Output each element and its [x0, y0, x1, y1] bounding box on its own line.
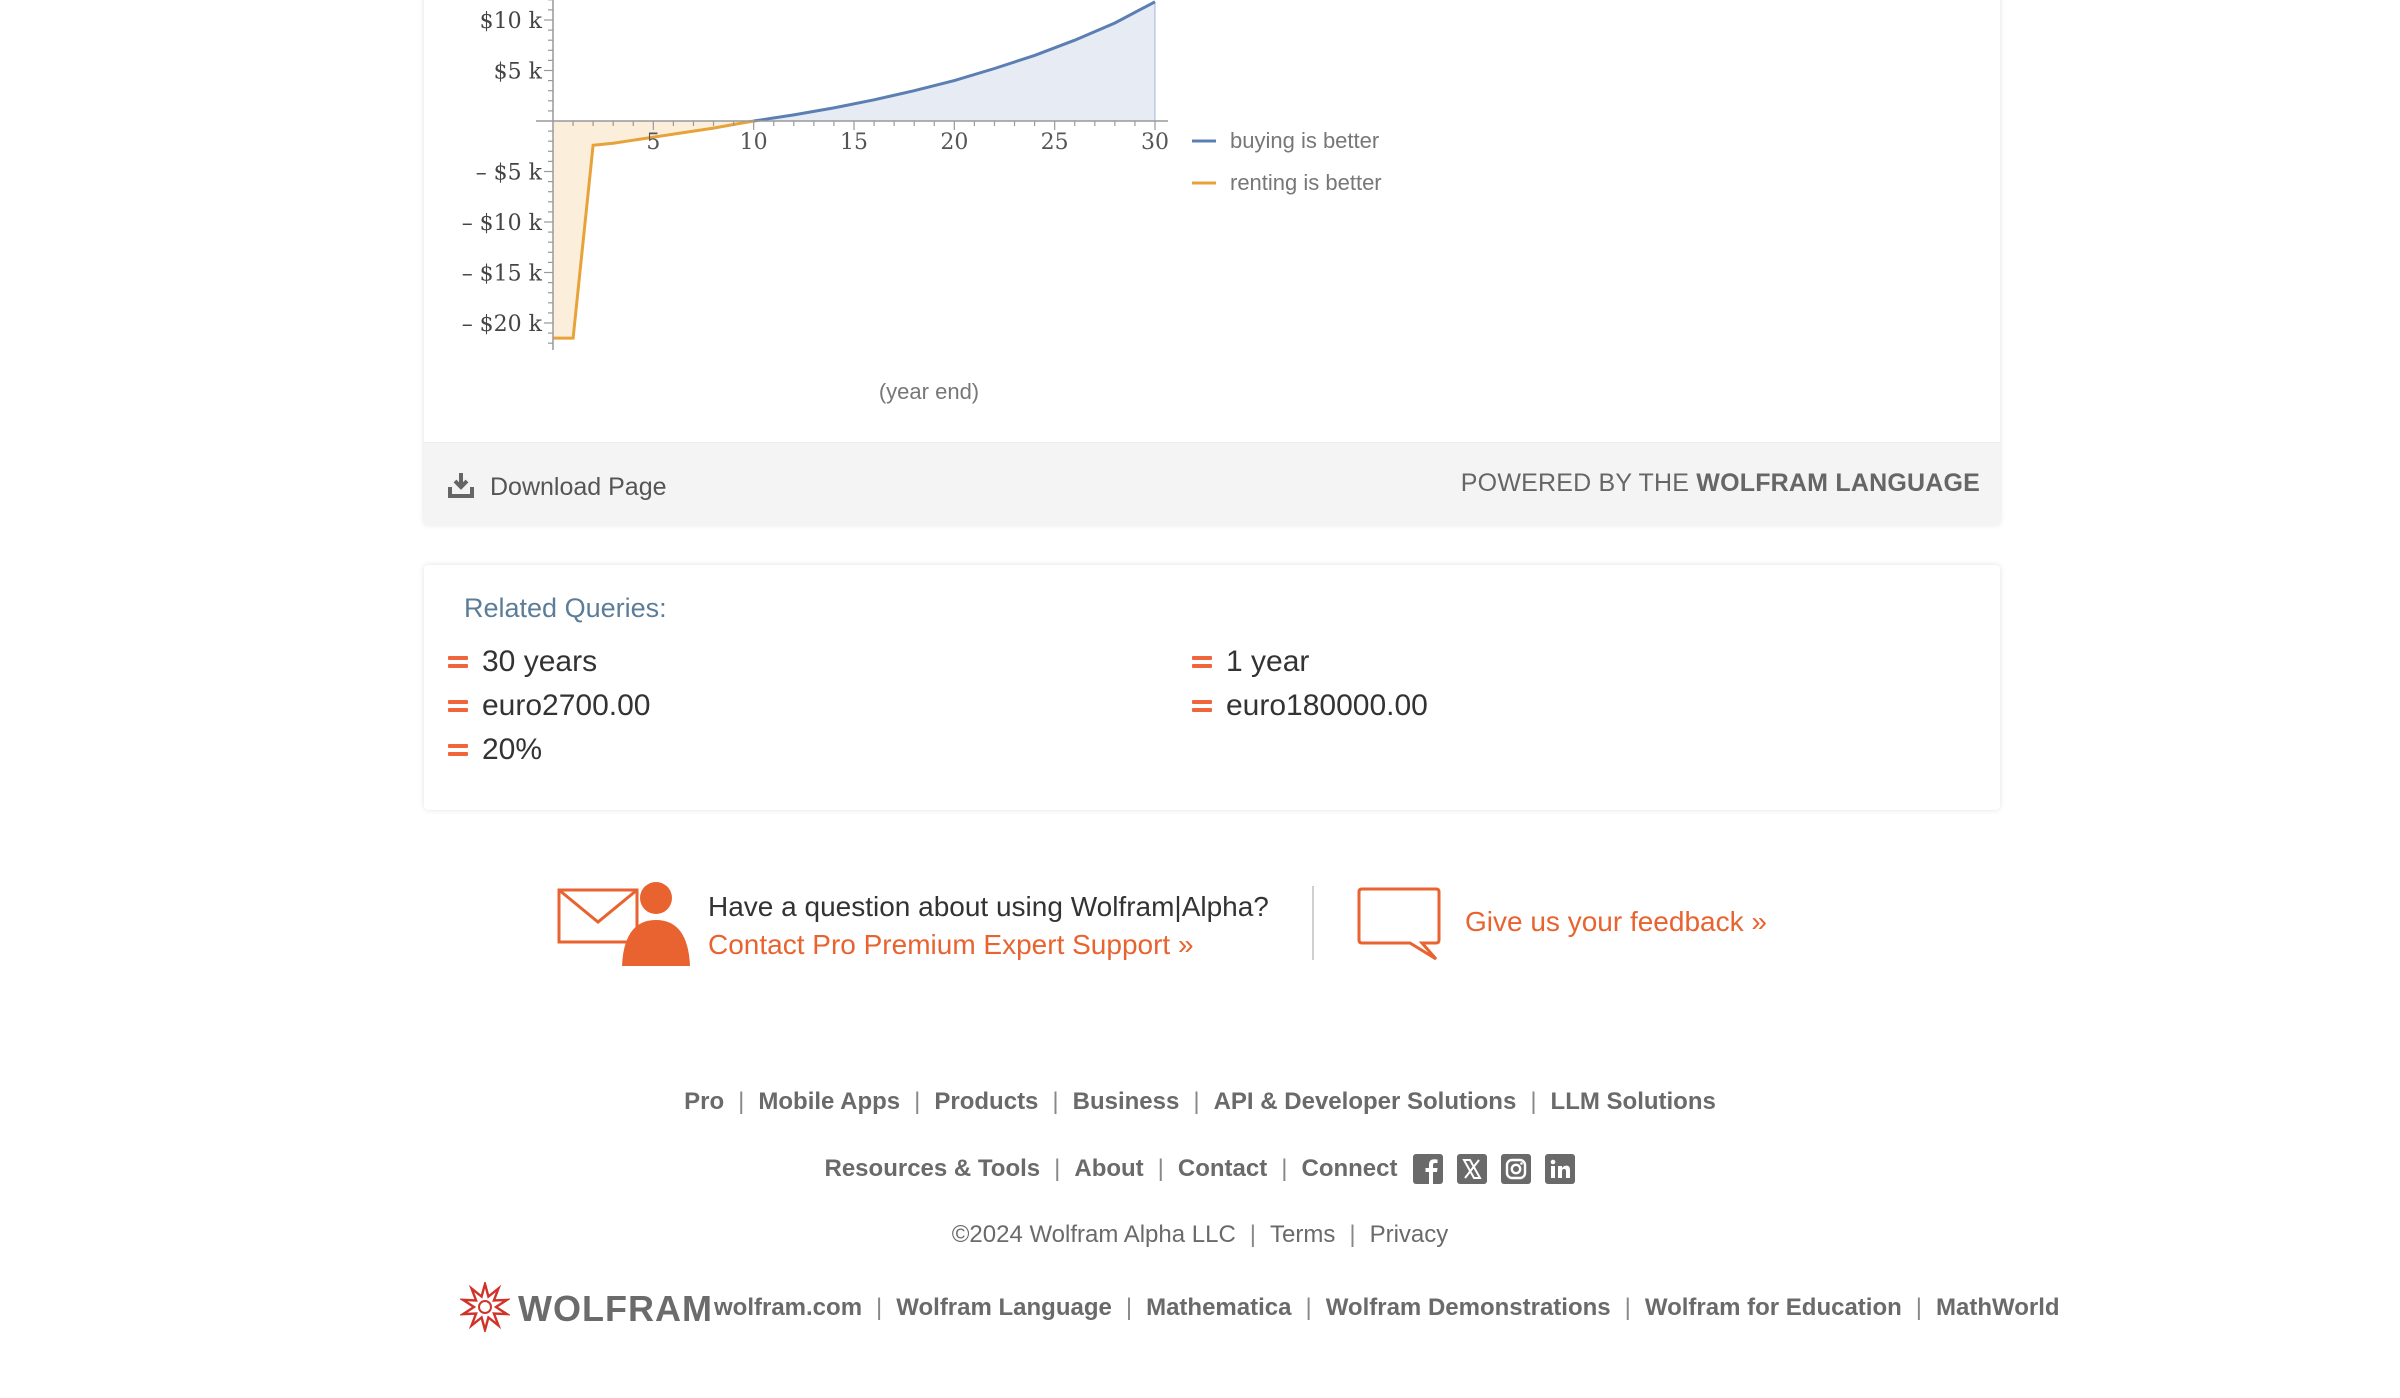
- series-area-0: [753, 1, 1155, 121]
- related-query-item[interactable]: euro2700.00: [448, 689, 651, 723]
- footer-link-connect[interactable]: Connect: [1301, 1155, 1397, 1183]
- powered-by-brand: WOLFRAM LANGUAGE: [1696, 469, 1980, 497]
- footer-link-mobile-apps[interactable]: Mobile Apps: [758, 1088, 900, 1116]
- y-tick-label: – $15 k: [462, 262, 543, 287]
- y-tick-label: $5 k: [494, 60, 543, 85]
- y-tick-label: – $5 k: [476, 161, 543, 186]
- powered-by-prefix: POWERED BY THE: [1460, 469, 1690, 497]
- divider: [1312, 886, 1314, 960]
- support-question: Have a question about using Wolfram|Alph…: [708, 891, 1269, 922]
- download-page-button[interactable]: Download Page: [448, 467, 667, 507]
- result-pod: 5 10 15 20 25 30 $10 k $5 k – $5 k – $10 k – $15 k…: [424, 0, 2000, 526]
- feedback-speech-bubble-icon[interactable]: [1356, 886, 1442, 967]
- feedback-link[interactable]: Give us your feedback »: [1465, 906, 1767, 938]
- equals-icon: [448, 699, 468, 713]
- footer-link-pro[interactable]: Pro: [684, 1088, 724, 1116]
- footer-nav-primary: Pro | Mobile Apps | Products | Business | AP…: [684, 1088, 1716, 1116]
- footer-legal: ©2024 Wolfram Alpha LLC | Terms | Privacy: [951, 1221, 1449, 1249]
- privacy-link[interactable]: Privacy: [1370, 1221, 1449, 1249]
- related-query-text: 30 years: [482, 645, 598, 678]
- equals-icon: [1192, 655, 1212, 669]
- related-queries-pod: Related Queries: 30 years euro2700.00 20…: [424, 565, 2000, 810]
- related-query-item[interactable]: euro180000.00: [1192, 689, 1428, 723]
- wolfram-logo[interactable]: WOLFRAM: [458, 1278, 713, 1338]
- x-tick-label: 20: [940, 130, 968, 155]
- x-tick-label: 25: [1041, 130, 1069, 155]
- y-tick-label: $10 k: [480, 9, 543, 34]
- powered-by-label: POWERED BY THE WOLFRAM LANGUAGE: [1461, 469, 1980, 498]
- savings-chart: 5 10 15 20 25 30 $10 k $5 k – $5 k – $10 k – $15 k…: [462, 0, 1382, 404]
- contact-support-icon: [556, 880, 692, 971]
- related-query-item[interactable]: 1 year: [1192, 645, 1309, 679]
- footer-link-wolfram-com[interactable]: wolfram.com: [714, 1294, 862, 1322]
- footer-link-products[interactable]: Products: [934, 1088, 1038, 1116]
- download-page-label: Download Page: [490, 472, 667, 501]
- contact-support-link[interactable]: Contact Pro Premium Expert Support »: [708, 926, 1269, 964]
- footer-link-llm[interactable]: LLM Solutions: [1551, 1088, 1716, 1116]
- facebook-icon[interactable]: [1413, 1154, 1444, 1184]
- related-query-text: 1 year: [1226, 645, 1310, 678]
- wolfram-logo-text: WOLFRAM: [518, 1288, 713, 1329]
- footer-link-wolfram-language[interactable]: Wolfram Language: [896, 1294, 1112, 1322]
- y-tick-label: – $20 k: [462, 312, 543, 337]
- related-query-text: euro2700.00: [482, 689, 651, 722]
- linkedin-icon[interactable]: [1545, 1154, 1576, 1184]
- equals-icon: [1192, 699, 1212, 713]
- related-query-item[interactable]: 30 years: [448, 645, 597, 679]
- footer-link-mathematica[interactable]: Mathematica: [1146, 1294, 1291, 1322]
- x-tick-label: 5: [646, 130, 660, 155]
- footer-link-contact[interactable]: Contact: [1178, 1155, 1267, 1183]
- social-icons: [1413, 1154, 1576, 1184]
- related-queries-title: Related Queries:: [464, 593, 667, 623]
- footer-nav-secondary: Resources & Tools | About | Contact | Conne…: [0, 1154, 2400, 1184]
- support-section: Have a question about using Wolfram|Alph…: [0, 880, 2400, 980]
- x-tick-label: 10: [740, 130, 768, 155]
- terms-link[interactable]: Terms: [1270, 1221, 1335, 1249]
- footer-link-education[interactable]: Wolfram for Education: [1645, 1294, 1902, 1322]
- footer-link-mathworld[interactable]: MathWorld: [1936, 1294, 2060, 1322]
- equals-icon: [448, 655, 468, 669]
- related-query-text: 20%: [482, 733, 543, 766]
- copyright-text: ©2024 Wolfram Alpha LLC: [951, 1221, 1236, 1248]
- wolfram-spikey-icon: [458, 1278, 512, 1337]
- related-query-text: euro180000.00: [1226, 689, 1428, 722]
- plot-area: 5 10 15 20 25 30 $10 k $5 k – $5 k – $10 k – $15 k…: [424, 0, 2000, 442]
- download-icon: [448, 471, 474, 504]
- x-axis-label: (year end): [879, 379, 979, 404]
- instagram-icon[interactable]: [1501, 1154, 1532, 1184]
- equals-icon: [448, 743, 468, 757]
- x-twitter-icon[interactable]: [1457, 1154, 1488, 1184]
- footer-link-about[interactable]: About: [1074, 1155, 1143, 1183]
- footer-brand-row: WOLFRAM wolfram.com | Wolfram Language | M…: [0, 1278, 2400, 1340]
- legend-label: renting is better: [1230, 170, 1382, 195]
- x-tick-label: 30: [1141, 130, 1169, 155]
- x-tick-label: 15: [840, 130, 868, 155]
- related-query-item[interactable]: 20%: [448, 733, 542, 767]
- legend-label: buying is better: [1230, 128, 1379, 153]
- footer-link-api[interactable]: API & Developer Solutions: [1214, 1088, 1517, 1116]
- footer-sites: wolfram.com | Wolfram Language | Mathemati…: [714, 1294, 2060, 1322]
- footer-link-resources[interactable]: Resources & Tools: [825, 1155, 1041, 1183]
- support-text: Have a question about using Wolfram|Alph…: [708, 888, 1269, 964]
- footer-link-business[interactable]: Business: [1073, 1088, 1180, 1116]
- y-tick-label: – $10 k: [462, 211, 543, 236]
- footer-link-demonstrations[interactable]: Wolfram Demonstrations: [1326, 1294, 1611, 1322]
- pod-footer: Download Page POWERED BY THE WOLFRAM LAN…: [424, 442, 2000, 526]
